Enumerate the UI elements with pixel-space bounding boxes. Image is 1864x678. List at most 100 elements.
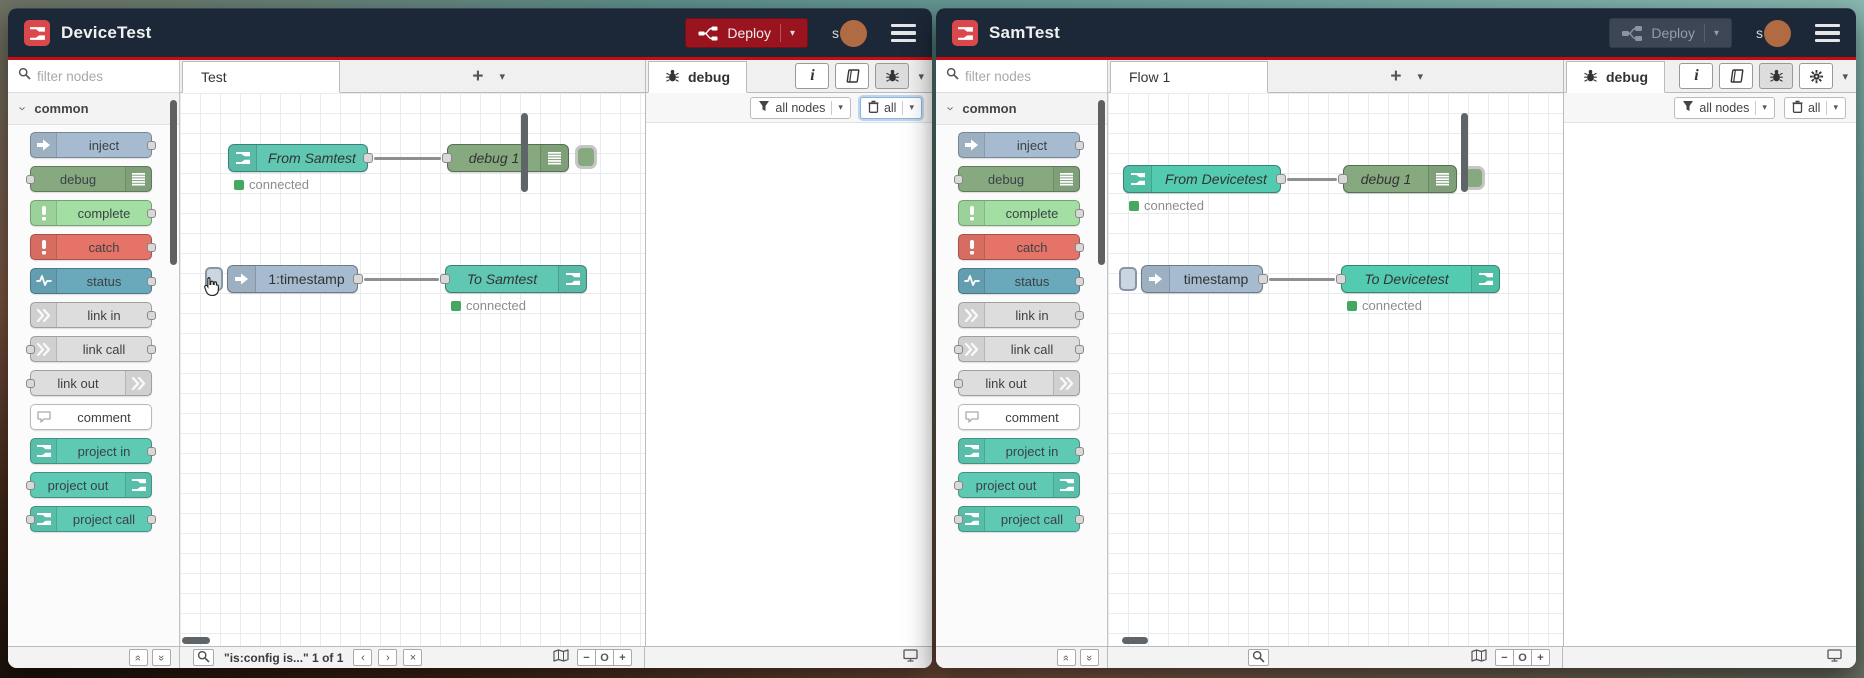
deploy-button[interactable]: Deploy ▾: [685, 18, 808, 48]
canvas-vscrollbar[interactable]: [1461, 113, 1468, 192]
palette-node[interactable]: link call: [954, 336, 1084, 362]
bug-button[interactable]: [875, 63, 910, 89]
tab-debug[interactable]: debug: [648, 61, 747, 93]
zoom-out-button[interactable]: −: [577, 649, 596, 666]
main-menu-button[interactable]: [891, 23, 916, 43]
user-avatar[interactable]: s: [1756, 19, 1791, 47]
output-port[interactable]: [353, 274, 363, 284]
library-button[interactable]: [835, 63, 870, 89]
palette-search[interactable]: [936, 60, 1107, 93]
user-avatar[interactable]: s: [832, 19, 867, 47]
clear-debug-button[interactable]: all ▾: [1783, 96, 1846, 119]
library-button[interactable]: [1719, 63, 1754, 89]
zoom-out-button[interactable]: −: [1495, 649, 1514, 666]
bug-button[interactable]: [1759, 63, 1794, 89]
flow-canvas[interactable]: From Devicetest connected debug 1 timest…: [1108, 93, 1563, 646]
palette-category-common[interactable]: › common: [936, 93, 1107, 125]
palette-node[interactable]: project call: [954, 506, 1084, 532]
palette-node[interactable]: comment: [958, 404, 1080, 430]
palette-search[interactable]: [8, 60, 179, 93]
palette-collapse-up-button[interactable]: »: [129, 649, 148, 666]
filter-nodes-button[interactable]: all nodes ▾: [1674, 96, 1775, 119]
input-port[interactable]: [1336, 274, 1346, 284]
palette-category-common[interactable]: › common: [8, 93, 179, 125]
canvas-hscrollbar[interactable]: [182, 637, 210, 644]
output-port[interactable]: [1276, 174, 1286, 184]
filter-nodes-input[interactable]: [37, 68, 147, 84]
input-port[interactable]: [442, 153, 452, 163]
canvas-vscrollbar[interactable]: [521, 113, 528, 192]
palette-scrollbar[interactable]: [170, 100, 177, 265]
output-port[interactable]: [363, 153, 373, 163]
palette-node[interactable]: inject: [30, 132, 156, 158]
palette-node[interactable]: link in: [958, 302, 1084, 328]
wire[interactable]: [374, 157, 441, 160]
tab-flow-1[interactable]: Flow 1: [1110, 61, 1268, 93]
deploy-button[interactable]: Deploy ▾: [1609, 18, 1732, 48]
filter-nodes-button[interactable]: all nodes ▾: [750, 96, 851, 119]
main-menu-button[interactable]: [1815, 23, 1840, 43]
palette-node[interactable]: project out: [954, 472, 1080, 498]
sidebar-menu-caret-icon[interactable]: ▾: [918, 70, 924, 83]
palette-node[interactable]: link call: [26, 336, 156, 362]
flow-node[interactable]: To Samtest connected: [440, 265, 587, 313]
palette-collapse-down-button[interactable]: »: [152, 649, 171, 666]
palette-node[interactable]: project out: [26, 472, 152, 498]
flow-node[interactable]: debug 1: [1338, 165, 1485, 193]
palette-scrollbar[interactable]: [1098, 100, 1105, 265]
zoom-in-button[interactable]: +: [1531, 649, 1550, 666]
debug-toggle-button[interactable]: [575, 145, 597, 169]
info-button[interactable]: i: [1679, 63, 1714, 89]
flow-node[interactable]: From Devicetest connected: [1123, 165, 1286, 213]
wire[interactable]: [1269, 278, 1335, 281]
deploy-caret-icon[interactable]: ▾: [790, 28, 795, 39]
palette-node[interactable]: project call: [26, 506, 156, 532]
palette-node[interactable]: project in: [958, 438, 1084, 464]
flow-node[interactable]: To Devicetest connected: [1336, 265, 1500, 313]
palette-node[interactable]: complete: [30, 200, 156, 226]
clear-debug-button[interactable]: all ▾: [859, 96, 922, 119]
palette-node[interactable]: comment: [30, 404, 152, 430]
add-flow-button[interactable]: +: [1390, 67, 1401, 86]
search-next-button[interactable]: ›: [378, 649, 398, 666]
palette-node[interactable]: project in: [30, 438, 156, 464]
input-port[interactable]: [440, 274, 450, 284]
wire[interactable]: [1287, 178, 1337, 181]
palette-node[interactable]: status: [30, 268, 156, 294]
deploy-caret-icon[interactable]: ▾: [1714, 28, 1719, 39]
zoom-reset-button[interactable]: O: [1513, 649, 1532, 666]
flow-node[interactable]: timestamp: [1119, 265, 1268, 293]
add-flow-button[interactable]: +: [472, 67, 483, 86]
navigator-icon[interactable]: [553, 648, 569, 667]
open-debug-window-icon[interactable]: [903, 648, 918, 667]
palette-node[interactable]: complete: [958, 200, 1084, 226]
palette-node[interactable]: link in: [30, 302, 156, 328]
flow-canvas[interactable]: From Samtest connected debug 1 1:timesta…: [180, 93, 645, 646]
search-close-button[interactable]: ×: [403, 649, 423, 666]
inject-button[interactable]: [1119, 267, 1137, 291]
palette-node[interactable]: status: [958, 268, 1084, 294]
wire[interactable]: [364, 278, 439, 281]
tab-test[interactable]: Test: [182, 61, 340, 93]
canvas-search-button[interactable]: [193, 649, 214, 666]
open-debug-window-icon[interactable]: [1827, 648, 1842, 667]
input-port[interactable]: [1338, 174, 1348, 184]
zoom-in-button[interactable]: +: [613, 649, 632, 666]
flow-node[interactable]: debug 1: [442, 144, 597, 172]
canvas-hscrollbar[interactable]: [1122, 637, 1148, 644]
tab-debug[interactable]: debug: [1566, 61, 1665, 93]
zoom-reset-button[interactable]: O: [595, 649, 614, 666]
sidebar-menu-caret-icon[interactable]: ▾: [1842, 70, 1848, 83]
palette-node[interactable]: link out: [26, 370, 152, 396]
filter-nodes-input[interactable]: [965, 68, 1075, 84]
info-button[interactable]: i: [795, 63, 830, 89]
output-port[interactable]: [1258, 274, 1268, 284]
palette-node[interactable]: inject: [958, 132, 1084, 158]
palette-node[interactable]: catch: [30, 234, 156, 260]
flow-node[interactable]: From Samtest connected: [228, 144, 373, 192]
palette-node[interactable]: debug: [26, 166, 152, 192]
canvas-search-button[interactable]: [1248, 649, 1269, 666]
flow-list-caret-icon[interactable]: ▾: [1417, 70, 1423, 83]
settings-button[interactable]: [1799, 63, 1834, 89]
flow-node[interactable]: 1:timestamp: [205, 265, 363, 293]
